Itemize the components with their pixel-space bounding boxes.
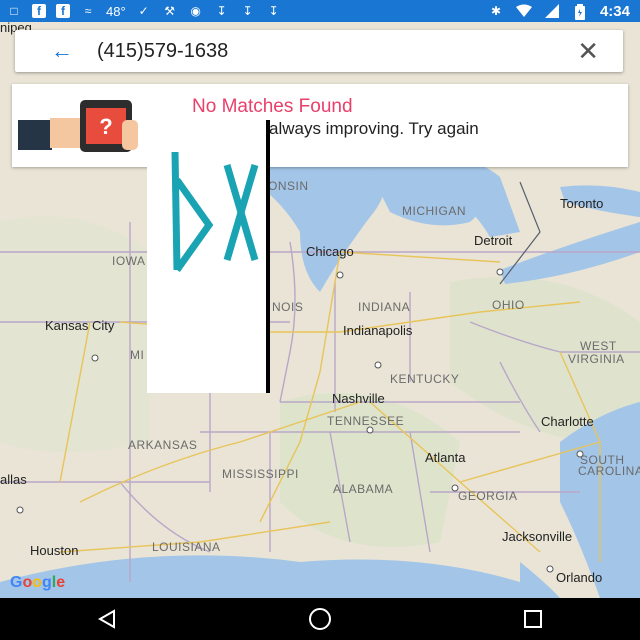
signal-icon — [544, 4, 560, 18]
result-card: ? No Matches Found always improving. Try… — [12, 84, 628, 167]
back-nav-button[interactable] — [87, 599, 127, 639]
status-left: □ f f ≈ 48° ✓ ⚒ ◉ ↧ ↧ ↧ — [0, 4, 282, 19]
home-nav-button[interactable] — [300, 599, 340, 639]
run-icon: ✓ — [138, 4, 149, 18]
map-label-state: LOUISIANA — [152, 540, 221, 554]
map-label-state: INDIANA — [358, 300, 411, 314]
navigation-bar — [0, 598, 640, 640]
map-label-state: KENTUCKY — [390, 372, 460, 386]
clear-icon[interactable]: ✕ — [577, 38, 599, 64]
map-label-city: Kansas City — [45, 318, 115, 333]
map-label-city: Chicago — [306, 244, 354, 259]
wrench-icon: ⚒ — [164, 4, 176, 18]
download-icon: ↧ — [268, 4, 279, 18]
map-label-state: MI — [130, 348, 145, 362]
map-label-state: NOIS — [272, 300, 304, 314]
download-icon: ↧ — [216, 4, 227, 18]
phone-search-input[interactable] — [95, 38, 559, 64]
chat-icon: □ — [10, 4, 18, 18]
map-label-city: Indianapolis — [343, 323, 413, 338]
map-label-city: Charlotte — [541, 414, 594, 429]
search-bar: ← ✕ — [15, 30, 623, 72]
svg-text:?: ? — [99, 114, 112, 139]
map-label-city: Nashville — [332, 391, 385, 406]
back-arrow-icon[interactable]: ← — [51, 40, 77, 62]
map-label-state: TENNESSEE — [327, 414, 405, 428]
map-label-state: VIRGINIA — [568, 352, 625, 366]
clock: 4:34 — [599, 2, 630, 20]
map-label-state: ARKANSAS — [128, 438, 198, 452]
recents-nav-button[interactable] — [513, 599, 553, 639]
download-icon: ↧ — [242, 4, 253, 18]
facebook-icon: f — [32, 4, 46, 18]
map-label-city: Houston — [30, 543, 79, 558]
temperature-text: 48° — [106, 3, 126, 19]
map-label-state: WEST — [580, 339, 617, 353]
map-label-city: Jacksonville — [502, 529, 573, 544]
map-label-state: OHIO — [492, 298, 525, 312]
map-label-state: MISSISSIPPI — [222, 467, 299, 481]
map-label-city: Toronto — [560, 196, 604, 211]
map-label-city: Detroit — [474, 233, 513, 248]
map-label-state: ONSIN — [268, 179, 309, 193]
google-logo: Google — [10, 574, 66, 591]
bluetooth-icon: ✱ — [490, 4, 501, 18]
facebook-icon: f — [56, 4, 70, 18]
map-label-state: MICHIGAN — [402, 204, 466, 218]
phone-question-icon: ? — [18, 100, 138, 152]
circle-home-icon — [308, 608, 331, 630]
map-label-state: GEORGIA — [458, 489, 518, 503]
map-label-state: IOWA — [112, 254, 146, 268]
ad-graphic — [171, 151, 259, 273]
ad-overlay[interactable] — [147, 120, 270, 393]
no-matches-message: always improving. Try again — [269, 119, 479, 138]
map-label-city: allas — [0, 472, 27, 487]
battery-icon — [572, 4, 588, 20]
map-label-state: ALABAMA — [333, 482, 394, 496]
status-bar: □ f f ≈ 48° ✓ ⚒ ◉ ↧ ↧ ↧ ✱ 4:34 — [0, 0, 640, 22]
camera-icon: ◉ — [190, 4, 201, 18]
wind-icon: ≈ — [84, 4, 92, 18]
map-label-city: Orlando — [556, 570, 603, 585]
square-recents-icon — [524, 610, 543, 628]
no-matches-title: No Matches Found — [192, 96, 353, 117]
status-right: ✱ 4:34 — [488, 3, 640, 20]
wifi-icon — [515, 4, 532, 18]
map-label-city: Atlanta — [425, 450, 466, 465]
map-label-state: CAROLINA — [578, 464, 640, 478]
triangle-back-icon — [97, 609, 115, 629]
